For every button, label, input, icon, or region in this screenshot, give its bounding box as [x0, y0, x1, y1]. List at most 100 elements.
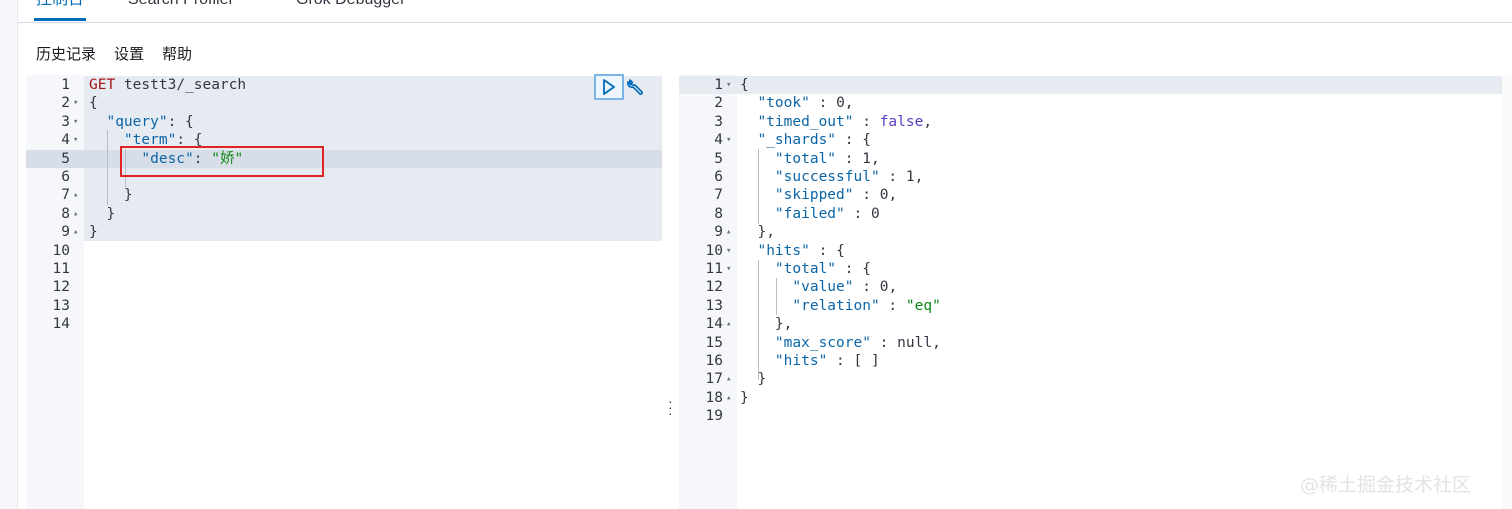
code-text: "query": { [106, 113, 194, 130]
response-line: 15 "max_score" : null, [679, 334, 1512, 352]
annotation-highlight-box [120, 146, 324, 177]
line-number: 7 [714, 187, 723, 204]
response-line: 5 "total" : 1, [679, 150, 1512, 168]
line-number: 14 [52, 316, 70, 333]
response-line: 8 "failed" : 0 [679, 205, 1512, 223]
request-line: 3 ▾ "query": { [26, 113, 662, 131]
request-line: 14 [26, 315, 662, 333]
response-scrollbar[interactable] [1502, 75, 1512, 509]
code-text: "total" : 1, [774, 150, 880, 167]
line-number: 8 [61, 205, 70, 222]
panel-resizer[interactable] [662, 75, 679, 509]
indent-guide [776, 278, 777, 315]
response-line: 4 ▾ "_shards" : { [679, 131, 1512, 149]
menu-history[interactable]: 历史记录 [36, 44, 96, 64]
line-number: 13 [52, 297, 70, 314]
line-number: 4 [714, 132, 723, 149]
tab-search-profiler[interactable]: Search Profiler [128, 0, 234, 20]
fold-open-icon[interactable]: ▾ [726, 131, 731, 149]
request-line: 12 [26, 278, 662, 296]
tab-console[interactable]: 控制台 [33, 0, 87, 21]
response-line: 13 "relation" : "eq" [679, 297, 1512, 315]
line-number: 3 [714, 113, 723, 130]
fold-open-icon[interactable]: ▾ [73, 113, 78, 131]
line-number: 2 [61, 95, 70, 112]
fold-open-icon[interactable]: ▾ [726, 242, 731, 260]
fold-open-icon[interactable]: ▾ [73, 94, 78, 112]
response-line: 10 ▾ "hits" : { [679, 242, 1512, 260]
fold-close-icon[interactable]: ▴ [73, 186, 78, 204]
indent-guide [758, 260, 759, 380]
code-text: } [89, 224, 98, 241]
fold-close-icon[interactable]: ▴ [726, 315, 731, 333]
response-line: 3 "timed_out" : false, [679, 113, 1512, 131]
response-line: 7 "skipped" : 0, [679, 186, 1512, 204]
indent-guide [758, 149, 759, 224]
play-icon [603, 79, 615, 95]
watermark-brand: @稀土掘金技术社区 [1300, 474, 1472, 496]
request-line: 13 [26, 297, 662, 315]
tab-grok-debugger[interactable]: Grok Debugger [296, 0, 405, 20]
code-text: "value" : 0, [792, 279, 898, 296]
request-editor[interactable]: 1 GET testt3/_search 2 ▾{3 ▾ "query": {4 ▾ "t… [26, 75, 662, 509]
response-viewer[interactable]: 1 ▾{2 "took" : 0, 3 "timed_out" : false, 4 ▾… [679, 75, 1512, 509]
response-line: 14 ▴ }, [679, 315, 1512, 333]
code-text: }, [757, 224, 775, 241]
line-number: 5 [61, 150, 70, 167]
response-line: 18 ▴} [679, 389, 1512, 407]
code-text: "hits" : [ ] [774, 353, 880, 369]
code-text: "skipped" : 0, [774, 187, 898, 204]
line-number: 11 [705, 261, 723, 277]
code-text: { [89, 95, 98, 112]
response-line: 16 "hits" : [ ] [679, 352, 1512, 370]
response-line: 2 "took" : 0, [679, 94, 1512, 112]
line-number: 11 [52, 261, 70, 277]
fold-close-icon[interactable]: ▴ [726, 389, 731, 407]
fold-close-icon[interactable]: ▴ [73, 223, 78, 241]
indent-guide [107, 130, 108, 205]
code-text: "max_score" : null, [774, 334, 941, 351]
menu-help[interactable]: 帮助 [162, 44, 192, 64]
line-number: 1 [61, 77, 70, 93]
response-line: 6 "successful" : 1, [679, 168, 1512, 186]
request-line: 2 ▾ { [26, 94, 662, 112]
response-line: 17 ▴ } [679, 370, 1512, 388]
fold-open-icon[interactable]: ▾ [73, 131, 78, 149]
line-number: 6 [61, 169, 70, 185]
line-number: 12 [52, 279, 70, 296]
vertical-dots-icon[interactable]: · · · [668, 394, 673, 420]
send-request-button[interactable] [594, 74, 624, 100]
code-text: "successful" : 1, [774, 169, 924, 185]
line-number: 10 [705, 242, 723, 259]
line-number: 3 [61, 113, 70, 130]
code-text: } [123, 187, 133, 204]
fold-close-icon[interactable]: ▴ [73, 205, 78, 223]
code-text: GET testt3/_search [89, 77, 247, 93]
fold-open-icon[interactable]: ▾ [726, 260, 731, 278]
line-number: 8 [714, 205, 723, 222]
fold-close-icon[interactable]: ▴ [726, 223, 731, 241]
console-tabs: 控制台 Search Profiler Grok Debugger [18, 0, 1512, 23]
code-text: "total" : { [774, 261, 871, 277]
fold-close-icon[interactable]: ▴ [726, 370, 731, 388]
code-text: }, [774, 316, 793, 333]
code-text: "timed_out" : false, [757, 113, 933, 130]
menu-settings[interactable]: 设置 [114, 44, 144, 64]
line-number: 1 [714, 77, 723, 93]
line-number: 18 [705, 389, 723, 406]
line-number: 7 [61, 187, 70, 204]
request-line: 1 GET testt3/_search [26, 76, 662, 94]
line-number: 17 [705, 371, 723, 388]
line-number: 19 [705, 408, 723, 425]
line-number: 2 [714, 95, 723, 112]
code-text: } [106, 205, 116, 222]
request-line: 11 [26, 260, 662, 278]
code-text: "_shards" : { [757, 132, 871, 149]
request-settings-button[interactable] [626, 77, 646, 97]
request-line: 8 ▴ } [26, 205, 662, 223]
code-text: } [757, 371, 767, 388]
fold-open-icon[interactable]: ▾ [726, 76, 731, 94]
line-number: 14 [705, 316, 723, 333]
line-number: 6 [714, 169, 723, 185]
line-number: 12 [705, 279, 723, 296]
